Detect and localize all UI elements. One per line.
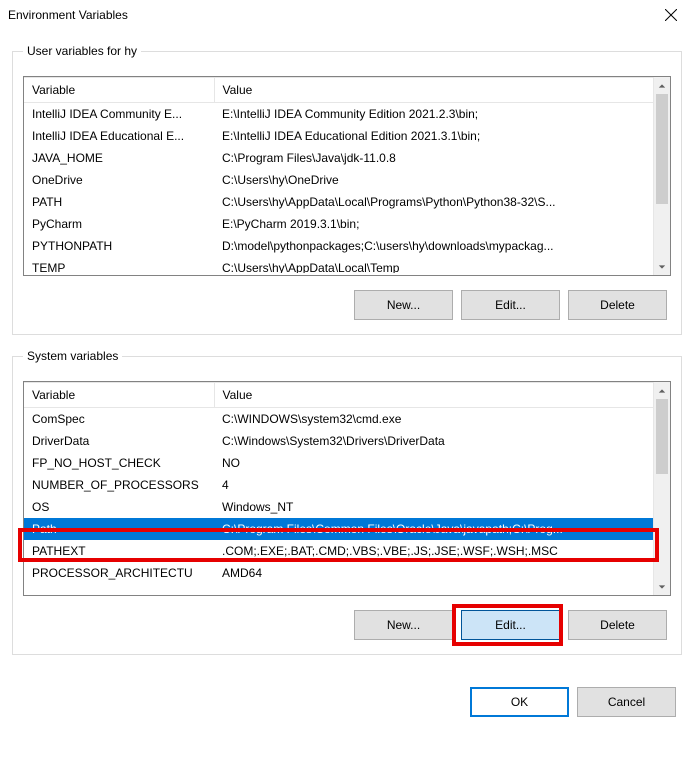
table-row[interactable]: PATHC:\Users\hy\AppData\Local\Programs\P… (24, 191, 653, 213)
system-variables-legend: System variables (23, 349, 122, 363)
system-buttons-row: New... Edit... Delete (23, 610, 671, 640)
table-row-selected[interactable]: PathC:\Program Files\Common Files\Oracle… (24, 518, 653, 540)
table-row[interactable]: IntelliJ IDEA Educational E...E:\Intelli… (24, 125, 653, 147)
ok-button[interactable]: OK (470, 687, 569, 717)
user-edit-button[interactable]: Edit... (461, 290, 560, 320)
scroll-down-icon[interactable] (654, 578, 670, 595)
table-row[interactable]: PyCharmE:\PyCharm 2019.3.1\bin; (24, 213, 653, 235)
column-header-value[interactable]: Value (214, 78, 653, 103)
user-new-button[interactable]: New... (354, 290, 453, 320)
user-buttons-row: New... Edit... Delete (23, 290, 671, 320)
system-variables-table[interactable]: Variable Value ComSpecC:\WINDOWS\system3… (23, 381, 671, 596)
scroll-thumb[interactable] (656, 94, 668, 204)
table-row[interactable]: ComSpecC:\WINDOWS\system32\cmd.exe (24, 408, 653, 430)
table-row[interactable]: PROCESSOR_ARCHITECTUAMD64 (24, 562, 653, 580)
titlebar: Environment Variables (0, 0, 694, 30)
table-row[interactable]: TEMPC:\Users\hy\AppData\Local\Temp (24, 257, 653, 273)
system-delete-button[interactable]: Delete (568, 610, 667, 640)
close-icon (665, 9, 677, 21)
table-row[interactable]: IntelliJ IDEA Community E...E:\IntelliJ … (24, 103, 653, 125)
table-row[interactable]: PATHEXT.COM;.EXE;.BAT;.CMD;.VBS;.VBE;.JS… (24, 540, 653, 562)
environment-variables-dialog: Environment Variables User variables for… (0, 0, 694, 757)
user-variables-table[interactable]: Variable Value IntelliJ IDEA Community E… (23, 76, 671, 276)
scroll-up-icon[interactable] (654, 382, 670, 399)
table-row[interactable]: NUMBER_OF_PROCESSORS4 (24, 474, 653, 496)
column-header-variable[interactable]: Variable (24, 78, 214, 103)
user-variables-legend: User variables for hy (23, 44, 141, 58)
dialog-title: Environment Variables (8, 8, 648, 22)
close-button[interactable] (648, 0, 694, 30)
dialog-buttons-row: OK Cancel (0, 669, 694, 717)
system-variables-group: System variables Variable Value (12, 349, 682, 655)
scroll-thumb[interactable] (656, 399, 668, 474)
scroll-up-icon[interactable] (654, 77, 670, 94)
user-variables-group: User variables for hy Variable Value (12, 44, 682, 335)
column-header-variable[interactable]: Variable (24, 383, 214, 408)
scrollbar[interactable] (653, 382, 670, 595)
user-delete-button[interactable]: Delete (568, 290, 667, 320)
table-row[interactable]: OSWindows_NT (24, 496, 653, 518)
table-row[interactable]: PYTHONPATHD:\model\pythonpackages;C:\use… (24, 235, 653, 257)
table-row[interactable]: OneDriveC:\Users\hy\OneDrive (24, 169, 653, 191)
column-header-value[interactable]: Value (214, 383, 653, 408)
table-row[interactable]: FP_NO_HOST_CHECKNO (24, 452, 653, 474)
table-row[interactable]: DriverDataC:\Windows\System32\Drivers\Dr… (24, 430, 653, 452)
cancel-button[interactable]: Cancel (577, 687, 676, 717)
system-edit-button[interactable]: Edit... (461, 610, 560, 640)
scrollbar[interactable] (653, 77, 670, 275)
system-new-button[interactable]: New... (354, 610, 453, 640)
table-row[interactable]: JAVA_HOMEC:\Program Files\Java\jdk-11.0.… (24, 147, 653, 169)
scroll-down-icon[interactable] (654, 258, 670, 275)
